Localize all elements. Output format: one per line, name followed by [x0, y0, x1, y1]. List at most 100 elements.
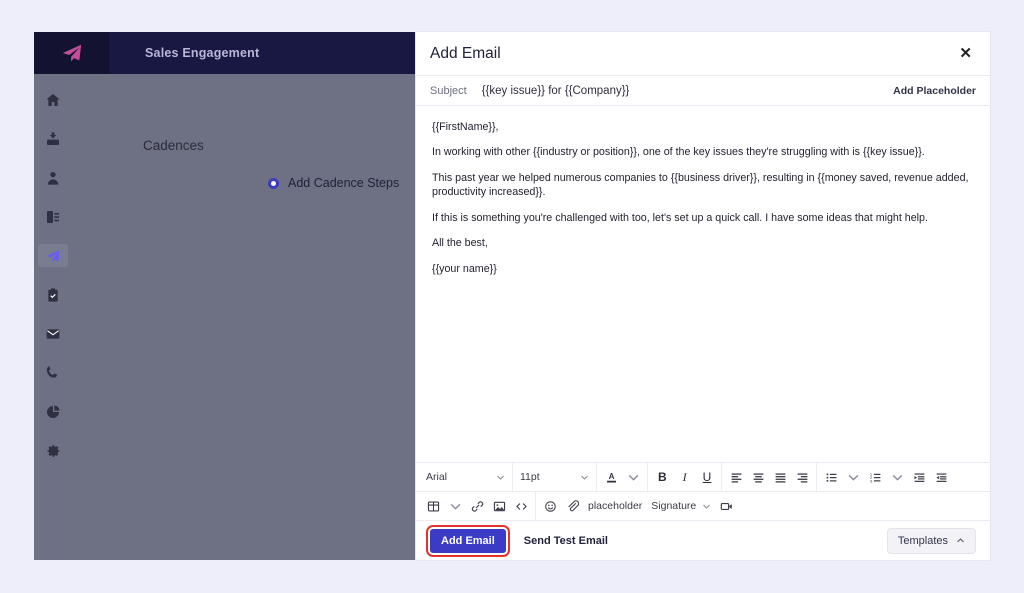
sidebar-item-email[interactable] [38, 322, 68, 345]
video-icon [720, 500, 733, 513]
font-family-select[interactable]: Arial [422, 466, 509, 488]
text-color-group: A [597, 463, 648, 492]
editor-toolbar-row-1: Arial 11pt A [416, 462, 990, 491]
sidebar-item-home[interactable] [38, 88, 68, 111]
body-paragraph: All the best, [432, 236, 974, 250]
add-email-button[interactable]: Add Email [430, 529, 506, 553]
inbox-icon [45, 131, 61, 147]
content-insert-group: placeholder Signature [536, 492, 740, 521]
add-placeholder-button[interactable]: Add Placeholder [893, 85, 976, 97]
code-icon [515, 500, 528, 513]
sidebar-item-cadences[interactable] [38, 244, 68, 267]
svg-text:A: A [608, 472, 614, 481]
numbered-list-dropdown[interactable] [886, 466, 908, 488]
paper-plane-icon [45, 248, 61, 264]
align-center-icon [752, 471, 765, 484]
add-email-button-highlight: Add Email [430, 529, 506, 553]
sidebar-item-people[interactable] [38, 166, 68, 189]
outdent-icon [913, 471, 926, 484]
numbered-list-icon: 123 [869, 471, 882, 484]
link-button[interactable] [466, 495, 488, 517]
app-sidebar [34, 74, 72, 560]
align-justify-button[interactable] [769, 466, 791, 488]
sidebar-item-reports[interactable] [38, 400, 68, 423]
sidebar-item-calls[interactable] [38, 361, 68, 384]
paper-plane-icon [61, 42, 83, 64]
subject-input[interactable]: {{key issue}} for {{Company}} [482, 85, 630, 97]
sidebar-item-settings[interactable] [38, 439, 68, 462]
subject-label: Subject [430, 85, 467, 97]
clipboard-icon [45, 287, 61, 303]
text-style-group: B I U [648, 463, 722, 492]
video-button[interactable] [715, 495, 737, 517]
sidebar-item-accounts[interactable] [38, 205, 68, 228]
cadence-step-radio-icon[interactable] [268, 178, 279, 189]
code-button[interactable] [510, 495, 532, 517]
chevron-down-icon [627, 471, 640, 484]
image-button[interactable] [488, 495, 510, 517]
gear-icon [45, 443, 61, 459]
templates-label: Templates [898, 535, 948, 547]
insert-group [419, 492, 536, 521]
svg-text:3: 3 [870, 478, 873, 483]
home-icon [45, 92, 61, 108]
sidebar-item-inbox[interactable] [38, 127, 68, 150]
text-color-dropdown[interactable] [622, 466, 644, 488]
phone-icon [45, 365, 61, 381]
table-dropdown[interactable] [444, 495, 466, 517]
subject-row[interactable]: Subject {{key issue}} for {{Company}} Ad… [416, 76, 990, 106]
text-color-button[interactable]: A [600, 466, 622, 488]
align-right-button[interactable] [791, 466, 813, 488]
bold-button[interactable]: B [651, 466, 674, 488]
templates-button[interactable]: Templates [887, 528, 976, 554]
editor-toolbar-row-2: placeholder Signature [416, 491, 990, 520]
attachment-button[interactable] [561, 495, 583, 517]
chevron-down-icon [702, 502, 711, 511]
chevron-down-icon [847, 471, 860, 484]
person-icon [45, 170, 61, 186]
sidebar-item-tasks[interactable] [38, 283, 68, 306]
indent-button[interactable] [930, 466, 952, 488]
modal-header: Add Email ✕ [416, 32, 990, 76]
email-body-editor[interactable]: {{FirstName}}, In working with other {{i… [416, 106, 990, 462]
bullet-list-dropdown[interactable] [842, 466, 864, 488]
align-left-button[interactable] [725, 466, 747, 488]
alignment-group [722, 463, 817, 492]
align-center-button[interactable] [747, 466, 769, 488]
add-cadence-steps-label: Add Cadence Steps [288, 176, 399, 190]
modal-footer: Add Email Send Test Email Templates [416, 520, 990, 560]
body-paragraph: In working with other {{industry or posi… [432, 145, 974, 159]
underline-button[interactable]: U [696, 466, 719, 488]
bullet-list-icon [825, 471, 838, 484]
font-family-group: Arial [419, 463, 513, 492]
text-color-icon: A [605, 471, 618, 484]
italic-button[interactable]: I [674, 466, 696, 488]
page-title: Cadences [143, 138, 204, 153]
font-size-select[interactable]: 11pt [516, 466, 593, 488]
numbered-list-button[interactable]: 123 [864, 466, 886, 488]
emoji-icon [544, 500, 557, 513]
signature-select[interactable]: Signature [647, 495, 715, 517]
send-test-email-button[interactable]: Send Test Email [524, 535, 608, 547]
indent-icon [935, 471, 948, 484]
outdent-button[interactable] [908, 466, 930, 488]
table-button[interactable] [422, 495, 444, 517]
chevron-down-icon [449, 500, 462, 513]
link-icon [471, 500, 484, 513]
body-paragraph: This past year we helped numerous compan… [432, 171, 974, 200]
font-size-value: 11pt [520, 471, 540, 483]
bullet-list-button[interactable] [820, 466, 842, 488]
screen-root: Sales Engagement [0, 0, 1024, 593]
app-logo[interactable] [34, 32, 109, 74]
attachment-icon [566, 500, 579, 513]
placeholder-button[interactable]: placeholder [583, 500, 647, 512]
body-paragraph: {{your name}} [432, 262, 974, 276]
emoji-button[interactable] [539, 495, 561, 517]
font-size-group: 11pt [513, 463, 597, 492]
chevron-down-icon [891, 471, 904, 484]
contact-card-icon [45, 209, 61, 225]
chevron-down-icon [580, 473, 589, 482]
close-icon[interactable]: ✕ [955, 43, 976, 64]
signature-label: Signature [651, 500, 696, 512]
image-icon [493, 500, 506, 513]
